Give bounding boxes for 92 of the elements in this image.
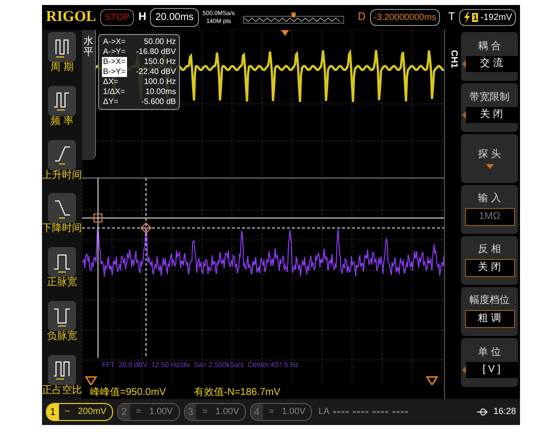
trigger-box[interactable]: 1 -192mV xyxy=(459,8,516,26)
menu-softkey[interactable]: 耦 合 交 流 xyxy=(461,32,518,81)
menu-softkey[interactable]: 带宽限制 关 闭 xyxy=(461,83,518,132)
measurement-value: 有效值-N=186.7mV xyxy=(194,386,280,399)
channel-scale: 1.00V xyxy=(149,405,173,418)
side-tab[interactable]: 水平 xyxy=(82,30,96,160)
brand-logo: RIGOL xyxy=(46,10,96,25)
softkey-label: 输 入 xyxy=(478,193,501,205)
channel-number: 3 xyxy=(184,404,196,420)
trigger-position-marker xyxy=(281,30,289,36)
coupling-symbol: ~ xyxy=(64,405,70,418)
left-arrow-icon xyxy=(462,60,466,68)
readout-value: -16.80 dBV xyxy=(136,47,176,57)
la-label: LA xyxy=(318,405,330,418)
measure-button[interactable] xyxy=(48,354,76,385)
lightning-icon xyxy=(463,12,470,23)
channel-scale: 1.00V xyxy=(282,405,306,418)
run-state-button[interactable]: STOP xyxy=(100,8,134,26)
measure-button[interactable] xyxy=(48,86,76,116)
usb-icon xyxy=(477,408,490,416)
trigger-source: 1 xyxy=(472,13,478,22)
readout-label: A->Y= xyxy=(102,47,127,57)
measure-button[interactable] xyxy=(48,140,76,170)
down-triangle-icon xyxy=(426,376,438,386)
channel-scale: 200mV xyxy=(78,405,106,418)
delay-label: D xyxy=(358,10,366,26)
channel-number: 1 xyxy=(47,404,59,420)
channel-button[interactable]: 1 ~ 200mV xyxy=(46,403,114,421)
softkey-value: 交 流 xyxy=(466,56,518,72)
menu-softkey[interactable]: 单 位 [ V ] xyxy=(461,338,518,387)
softkey-label: 带宽限制 xyxy=(470,92,510,104)
measure-label: 频 率 xyxy=(50,116,74,128)
readout-value: 150.0 Hz xyxy=(144,57,176,67)
softkey-label: 幅度档位 xyxy=(470,295,510,307)
measure-button[interactable] xyxy=(48,32,76,62)
readout-label: A->X= xyxy=(102,37,127,47)
channel-button[interactable]: 2 = 1.00V xyxy=(117,403,180,421)
coupling-symbol: = xyxy=(202,405,208,418)
measure-button[interactable] xyxy=(48,301,76,332)
coupling-symbol: = xyxy=(136,405,142,418)
readout-label: B->Y= xyxy=(102,67,127,77)
coupling-symbol: = xyxy=(268,405,274,418)
readout-value: -22.40 dBV xyxy=(136,67,176,77)
delay-value[interactable]: -3.20000000ms xyxy=(370,8,440,26)
menu-softkey[interactable]: 反 相 关 闭 xyxy=(461,236,518,285)
trigger-label: T xyxy=(448,10,456,26)
readout-label: ΔX= xyxy=(102,77,120,87)
trigger-level: -192mV xyxy=(480,10,512,24)
readout-value: 100.0 Hz xyxy=(144,77,176,87)
channel-number: 4 xyxy=(251,404,263,420)
side-tab-label: 水平 xyxy=(84,36,94,60)
cursor-a-marker[interactable] xyxy=(94,214,102,222)
measure-label: 正占空比 xyxy=(42,384,82,397)
menu-softkey[interactable]: 探 头 xyxy=(461,134,518,183)
channel-scale: 1.00V xyxy=(216,405,240,418)
softkey-label: 反 相 xyxy=(478,244,501,256)
down-triangle-icon xyxy=(84,376,98,386)
softkey-value: [ V ] xyxy=(466,362,518,378)
cursor-lines[interactable] xyxy=(82,178,444,358)
readout-label: 1/ΔX= xyxy=(102,87,126,97)
softkey-value: 关 闭 xyxy=(466,107,518,123)
menu-softkey[interactable]: 幅度档位 粗 调 xyxy=(461,287,518,336)
measure-button[interactable] xyxy=(48,247,76,278)
horizontal-label: H xyxy=(138,10,146,26)
softkey-label: 单 位 xyxy=(478,347,501,359)
measure-label: 周 期 xyxy=(50,62,74,74)
measure-button[interactable] xyxy=(48,193,76,224)
left-arrow-icon xyxy=(462,111,466,119)
measure-label: 下降时间 xyxy=(42,223,82,236)
channel-button[interactable]: 4 = 1.00V xyxy=(250,403,312,421)
readout-label: B->X= xyxy=(102,57,127,67)
measure-label: 负脉宽 xyxy=(47,331,77,344)
timebase-value[interactable]: 20.00ms xyxy=(150,8,199,27)
channel-number: 2 xyxy=(118,404,130,420)
cursor-b-marker[interactable] xyxy=(140,222,152,234)
softkey-label: 探 头 xyxy=(478,148,501,160)
softkey-value: 粗 调 xyxy=(464,310,514,328)
measure-label: 正脉宽 xyxy=(47,277,77,290)
readout-label: ΔY= xyxy=(102,97,120,107)
softkey-value: 关 闭 xyxy=(464,259,514,277)
measurement-value: 峰峰值=950.0mV xyxy=(90,386,166,399)
clock-time: 16:28 xyxy=(493,405,516,418)
softkey-label: 耦 合 xyxy=(478,41,501,53)
channel-button[interactable]: 3 = 1.00V xyxy=(184,403,246,421)
menu-title: CH1 xyxy=(448,50,460,68)
left-arrow-icon xyxy=(462,366,466,374)
readout-value: 50.00 Hz xyxy=(144,37,176,47)
softkey-value: 1MΩ xyxy=(464,208,514,226)
down-arrow-icon xyxy=(486,164,494,168)
measure-label: 上升时间 xyxy=(42,170,82,182)
readout-value: 10.00ms xyxy=(145,87,176,97)
readout-value: -5.600 dB xyxy=(141,97,176,107)
